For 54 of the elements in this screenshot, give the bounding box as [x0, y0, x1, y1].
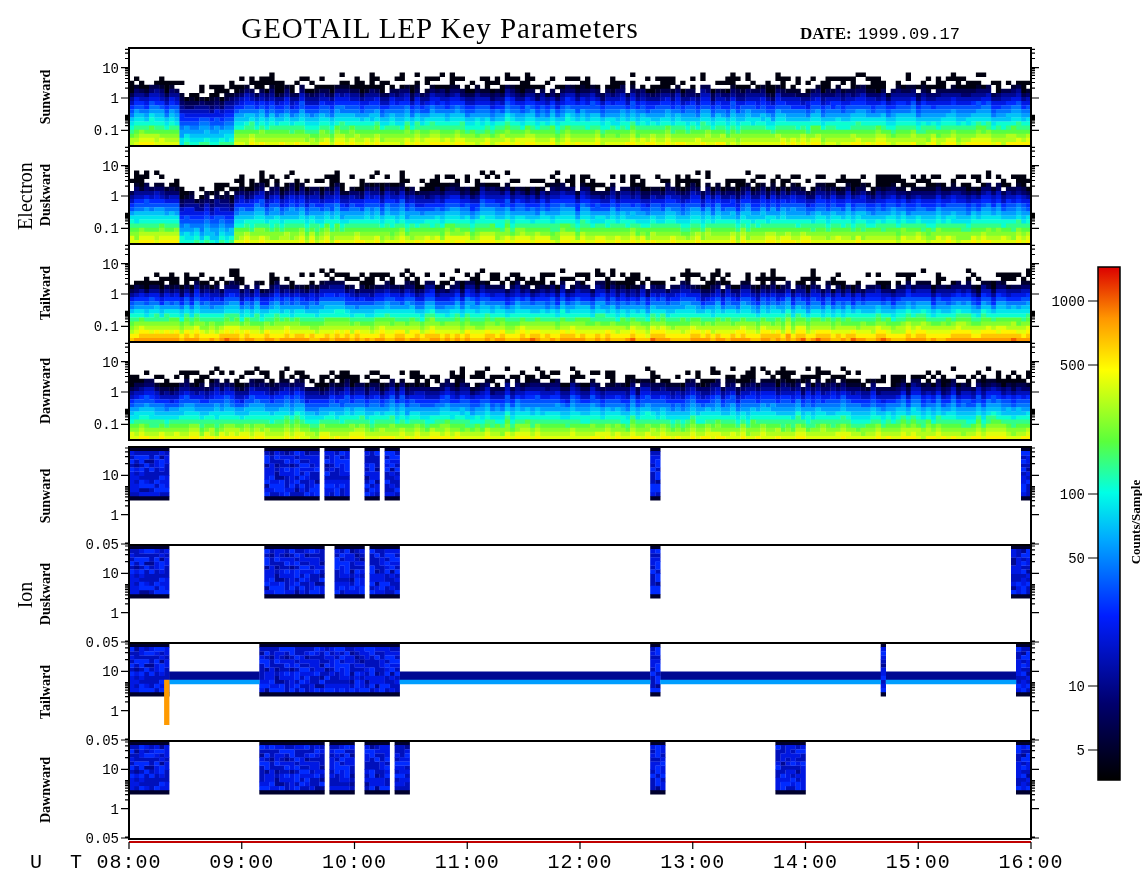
axis-tick-label: 1	[110, 91, 119, 107]
panel-label: Dawnward	[38, 756, 53, 824]
axis-tick-label: 0.05	[85, 537, 119, 553]
axis-tick-label: 0.1	[93, 123, 119, 140]
axis-tick-label: 10	[102, 664, 119, 681]
axis-tick-label: 10	[102, 60, 119, 77]
axis-tick-label: 1	[110, 385, 119, 401]
axis-tick-label: 1	[110, 507, 119, 524]
colorbar-label: Counts/Sample	[1128, 479, 1142, 565]
axis-tick-label: 0.05	[85, 831, 119, 847]
time-tick-label: 15:00	[885, 851, 951, 874]
axis-tick-label: 10	[102, 762, 119, 779]
axis-tick-label: 1	[110, 801, 119, 818]
date-label: DATE:	[800, 24, 852, 43]
axis-tick-label: 0.05	[85, 733, 119, 749]
time-tick-label: 12:00	[547, 851, 613, 874]
panel-label: Duskward	[38, 163, 53, 227]
panel-label: Tailward	[38, 266, 53, 320]
axis-tick-label: 1	[110, 605, 119, 622]
axis-tick-label: 10	[102, 256, 119, 273]
colorbar-tick-label: 1000	[1051, 294, 1085, 310]
date-value: 1999.09.17	[858, 25, 961, 44]
time-tick-label: 14:00	[773, 851, 838, 874]
axis-tick-label: 10	[102, 158, 119, 175]
time-tick-label: 08:00	[96, 851, 162, 874]
time-tick-label: 10:00	[322, 851, 387, 874]
panel-label: Sunward	[38, 69, 53, 125]
time-tick-label: 16:00	[998, 851, 1064, 874]
chart-title: GEOTAIL LEP Key Parameters	[241, 12, 639, 44]
axis-label: U T	[30, 851, 90, 874]
colorbar-tick-label: 100	[1059, 487, 1085, 503]
group-label: Electron	[14, 162, 36, 230]
panel-label: Dawnward	[38, 357, 53, 425]
axis-tick-label: 0.05	[85, 635, 119, 651]
axis-tick-label: 0.1	[93, 319, 119, 336]
colorbar-tick-label: 50	[1068, 551, 1085, 567]
panel-label: Tailward	[38, 665, 53, 719]
colorbar-tick-label: 500	[1059, 358, 1085, 374]
group-label: Ion	[14, 581, 36, 609]
axis-tick-label: 1	[110, 189, 119, 205]
colorbar-tick-label: 5	[1076, 743, 1085, 759]
axis-tick-label: 1	[110, 703, 119, 720]
axis-tick-label: 1	[110, 287, 119, 303]
axis-tick-label: 0.1	[93, 221, 119, 238]
axis-tick-label: 10	[102, 354, 119, 371]
axis-tick-label: 0.1	[93, 417, 119, 434]
axis-tick-label: 10	[102, 468, 119, 485]
time-tick-label: 13:00	[660, 851, 726, 874]
axis-tick-label: 10	[102, 566, 119, 583]
time-tick-label: 11:00	[434, 851, 500, 874]
time-tick-label: 09:00	[209, 851, 275, 874]
panel-label: Duskward	[38, 562, 53, 626]
panel-label: Sunward	[38, 468, 53, 524]
colorbar-tick-label: 10	[1068, 679, 1085, 695]
